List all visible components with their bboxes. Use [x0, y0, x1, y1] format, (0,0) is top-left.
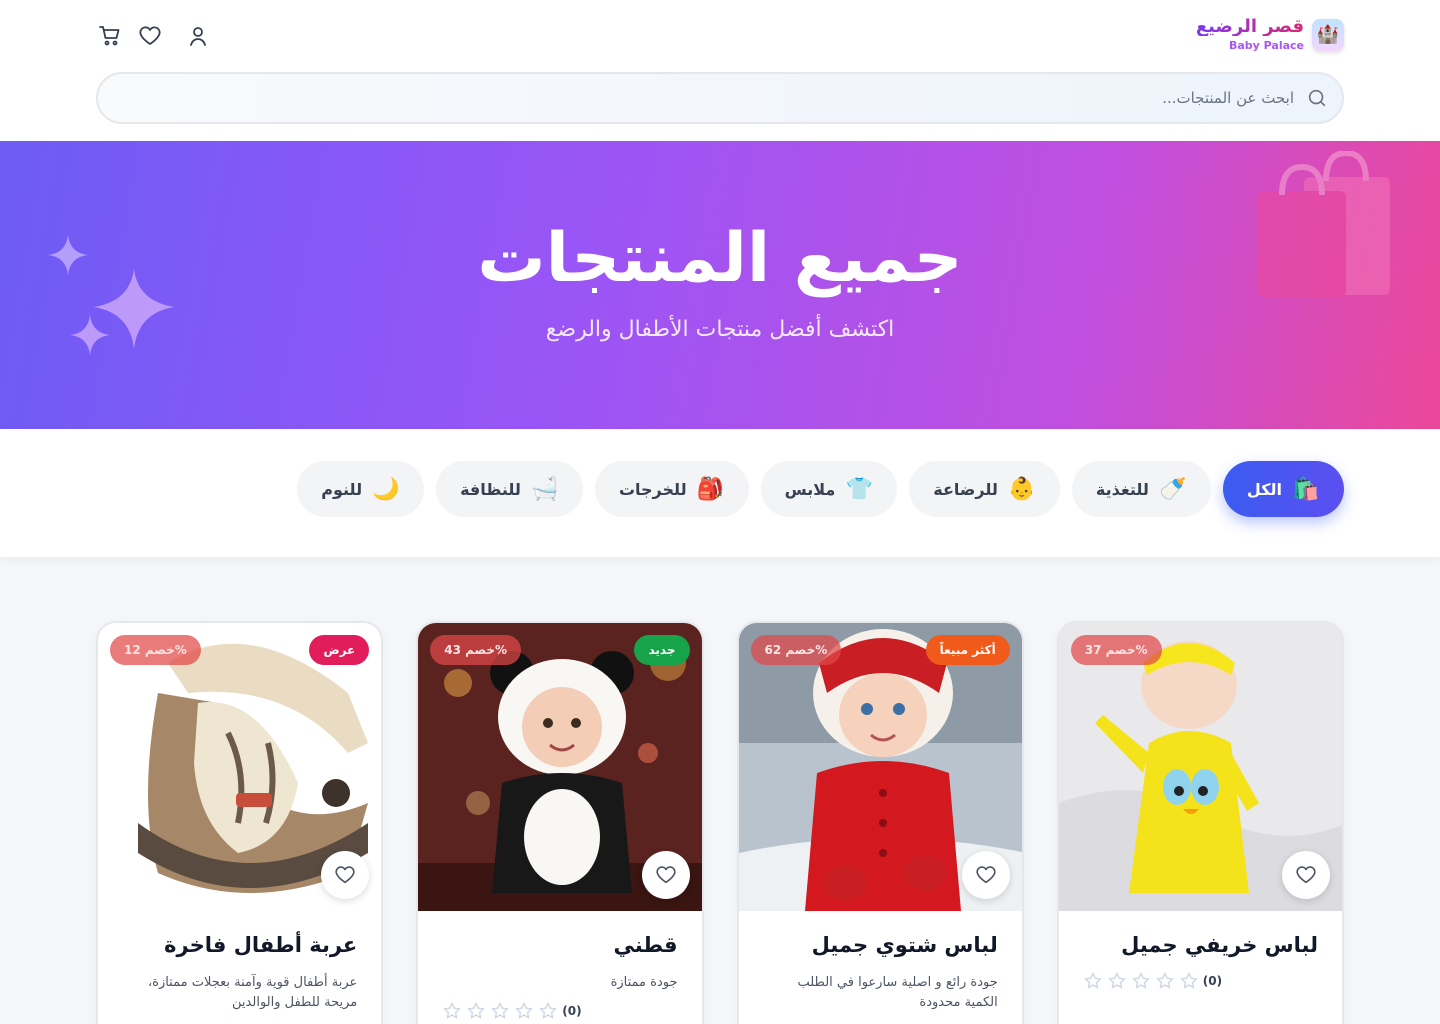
product-card[interactable]: خصم 62% أكثر مبيعاً لباس شتوي جميل جودة …	[736, 621, 1024, 1024]
star-icon	[515, 1001, 534, 1019]
category-chip-nursing[interactable]: 👶 للرضاعة	[909, 461, 1060, 517]
star-icon	[1179, 971, 1198, 989]
rating-count: (0)	[562, 1004, 582, 1018]
hero-banner: جميع المنتجات اكتشف أفضل منتجات الأطفال …	[0, 141, 1440, 429]
product-rating: (0)	[442, 1001, 677, 1021]
offer-badge: عرض	[309, 635, 370, 665]
discount-badge: خصم 43%	[430, 635, 522, 665]
new-badge: جديد	[634, 635, 690, 665]
heart-icon	[335, 866, 355, 884]
star-icon	[1155, 971, 1174, 989]
search-input[interactable]	[194, 74, 1294, 122]
product-card[interactable]: خصم 12% عرض عربة أطفال فاخرة عربة أطفال …	[96, 621, 384, 1024]
site-header: قصر الرضيع Baby Palace 🏰	[0, 0, 1440, 141]
shopping-bags-icon: 🛍️	[1292, 476, 1320, 502]
category-chip-feeding[interactable]: 🍼 للتغذية	[1071, 461, 1211, 517]
product-rating: (0)	[1083, 971, 1318, 991]
category-chip-sleep[interactable]: 🌙 للنوم	[297, 461, 425, 517]
page-subtitle: اكتشف أفضل منتجات الأطفال والرضع	[545, 317, 895, 342]
product-description: جودة ممتازة	[610, 975, 678, 990]
discount-badge: خصم 62%	[750, 635, 842, 665]
category-label: للنوم	[321, 479, 363, 499]
star-icon	[1083, 971, 1102, 989]
rating-count: (0)	[1202, 974, 1223, 988]
category-label: للرضاعة	[933, 479, 998, 499]
product-image[interactable]: خصم 62% أكثر مبيعاً	[738, 623, 1022, 911]
cart-icon[interactable]	[96, 22, 124, 50]
category-chip-outings[interactable]: 🎒 للخرجات	[594, 461, 749, 517]
search-bar	[96, 72, 1344, 124]
favorite-button[interactable]	[641, 851, 690, 899]
search-icon[interactable]	[1306, 87, 1328, 113]
category-filter-bar: 🛍️ الكل 🍼 للتغذية 👶 للرضاعة 👕 ملابس 🎒 لل…	[0, 429, 1440, 557]
brand-name-en: Baby Palace	[1228, 39, 1304, 52]
category-label: للتغذية	[1095, 479, 1149, 499]
product-grid: خصم 37% لباس خريفي جميل (0) خصم 62% أكثر…	[96, 621, 1344, 1024]
user-account-icon[interactable]	[184, 22, 212, 50]
star-icon	[443, 1001, 462, 1019]
heart-icon	[976, 866, 996, 884]
brand-logo[interactable]: قصر الرضيع Baby Palace 🏰	[1196, 18, 1344, 51]
discount-badge: خصم 12%	[110, 635, 201, 665]
category-chip-hygiene[interactable]: 🛁 للنظافة	[436, 461, 583, 517]
backpack-icon: 🎒	[696, 476, 725, 502]
bathtub-icon: 🛁	[531, 476, 559, 502]
category-label: للخرجات	[618, 479, 687, 499]
product-description: جودة رائع و اصلية سارعوا في الطلب الكمية…	[797, 975, 998, 1010]
bestseller-badge: أكثر مبيعاً	[925, 635, 1010, 665]
category-chip-all[interactable]: 🛍️ الكل	[1222, 461, 1344, 517]
category-chips: 🛍️ الكل 🍼 للتغذية 👶 للرضاعة 👕 ملابس 🎒 لل…	[297, 461, 1344, 517]
discount-badge: خصم 37%	[1070, 635, 1162, 665]
heart-icon	[655, 866, 676, 884]
moon-icon: 🌙	[372, 476, 400, 502]
star-icon	[1107, 971, 1126, 989]
product-description: عربة أطفال قوية وآمنة بعجلات ممتازة، مري…	[147, 975, 358, 1010]
product-image[interactable]: خصم 12% عرض	[98, 623, 382, 911]
shirt-icon: 👕	[845, 476, 873, 502]
favorite-button[interactable]	[1282, 851, 1330, 899]
baby-face-icon: 👶	[1008, 476, 1036, 502]
product-image[interactable]: خصم 37%	[1058, 623, 1342, 911]
product-title[interactable]: قطني	[442, 933, 677, 957]
favorite-button[interactable]	[961, 851, 1010, 899]
product-image[interactable]: خصم 43% جديد	[418, 623, 702, 911]
category-label: ملابس	[784, 479, 836, 499]
category-chip-clothes[interactable]: 👕 ملابس	[760, 461, 898, 517]
product-title[interactable]: لباس خريفي جميل	[1083, 933, 1318, 957]
star-icon	[539, 1001, 558, 1019]
favorite-button[interactable]	[321, 851, 370, 899]
brand-name-ar: قصر الرضيع	[1195, 16, 1304, 37]
product-card[interactable]: خصم 37% لباس خريفي جميل (0)	[1056, 621, 1344, 1024]
product-card[interactable]: خصم 43% جديد قطني جودة ممتازة (0)	[416, 621, 704, 1024]
star-icon	[491, 1001, 510, 1019]
baby-bottle-icon: 🍼	[1159, 476, 1187, 502]
header-actions	[96, 22, 212, 50]
star-icon	[467, 1001, 486, 1019]
category-label: الكل	[1246, 479, 1282, 499]
wishlist-heart-icon[interactable]	[136, 22, 164, 50]
castle-logo-icon: 🏰	[1312, 18, 1344, 51]
product-title[interactable]: لباس شتوي جميل	[763, 933, 998, 957]
page-title: جميع المنتجات	[477, 219, 963, 298]
category-label: للنظافة	[460, 479, 521, 499]
star-icon	[1131, 971, 1150, 989]
product-title[interactable]: عربة أطفال فاخرة	[122, 933, 357, 957]
heart-icon	[1296, 866, 1316, 884]
